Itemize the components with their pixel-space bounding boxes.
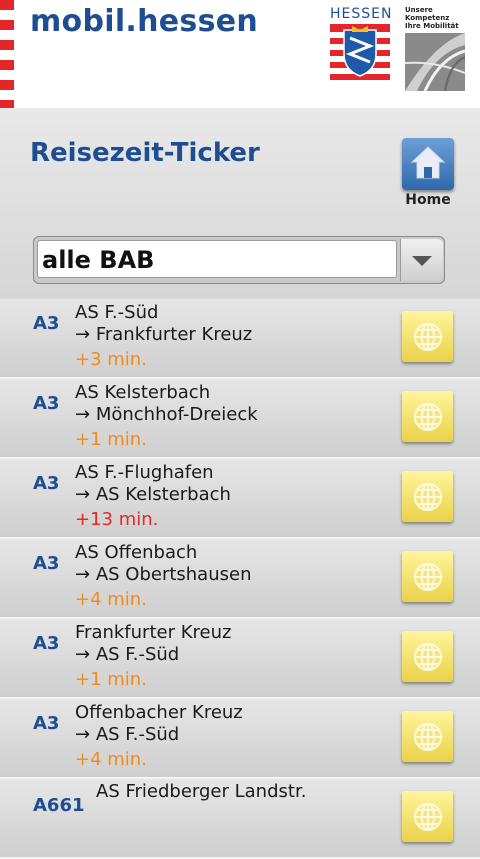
globe-icon xyxy=(414,803,442,831)
road-number: A3 xyxy=(33,473,60,494)
route-to: → AS F.-Süd xyxy=(75,644,179,665)
arrow-right-icon: → xyxy=(75,724,96,745)
route-from: Frankfurter Kreuz xyxy=(75,622,232,643)
delay-value: +1 min. xyxy=(75,429,147,450)
road-number: A661 xyxy=(33,795,85,816)
route-to: → AS F.-Süd xyxy=(75,724,179,745)
route-to-label: AS Obertshausen xyxy=(95,564,252,585)
delay-value: +3 min. xyxy=(75,349,147,370)
route-to-label: AS Kelsterbach xyxy=(95,484,231,505)
route-row[interactable]: A3 AS Offenbach → AS Obertshausen +4 min. xyxy=(0,539,480,619)
home-button[interactable] xyxy=(402,138,454,190)
map-globe-button[interactable] xyxy=(402,551,453,602)
route-row[interactable]: A3 AS Kelsterbach → Mönchhof-Dreieck +1 min… xyxy=(0,379,480,459)
arrow-right-icon: → xyxy=(75,564,96,585)
route-from: Offenbacher Kreuz xyxy=(75,702,243,723)
map-globe-button[interactable] xyxy=(402,631,453,682)
route-to: → AS Kelsterbach xyxy=(75,484,231,505)
app-header: mobil.hessen HESSEN Unsere Kompetenz Ihr… xyxy=(0,0,480,120)
route-row[interactable]: A661 AS Friedberger Landstr. xyxy=(0,779,480,859)
route-to-label: AS F.-Süd xyxy=(95,644,180,665)
delay-value: +4 min. xyxy=(75,749,147,770)
route-to: → Frankfurter Kreuz xyxy=(75,324,252,345)
globe-icon xyxy=(414,483,442,511)
route-from: AS Friedberger Landstr. xyxy=(96,781,307,802)
dropdown-toggle[interactable] xyxy=(400,239,443,281)
chevron-down-icon xyxy=(412,256,432,266)
globe-icon xyxy=(414,403,442,431)
route-from: AS Kelsterbach xyxy=(75,382,211,403)
route-list: A3 AS F.-Süd → Frankfurter Kreuz +3 min. A3 A… xyxy=(0,299,480,859)
road-number: A3 xyxy=(33,633,60,654)
route-to: → Mönchhof-Dreieck xyxy=(75,404,258,425)
highway-photo-icon xyxy=(405,33,465,91)
road-filter-dropdown[interactable]: alle BAB xyxy=(33,236,445,284)
mobility-slogan: Unsere Kompetenz Ihre Mobilität xyxy=(405,6,459,30)
mobility-logo: Unsere Kompetenz Ihre Mobilität xyxy=(405,6,465,91)
delay-value: +4 min. xyxy=(75,589,147,610)
route-row[interactable]: A3 Offenbacher Kreuz → AS F.-Süd +4 min. xyxy=(0,699,480,779)
hessen-logo: HESSEN xyxy=(330,6,392,84)
arrow-right-icon: → xyxy=(75,404,96,425)
globe-icon xyxy=(414,723,442,751)
map-globe-button[interactable] xyxy=(402,791,453,842)
hessen-stripes xyxy=(0,0,14,120)
road-number: A3 xyxy=(33,713,60,734)
map-globe-button[interactable] xyxy=(402,471,453,522)
delay-value: +13 min. xyxy=(75,509,159,530)
app-title: mobil.hessen xyxy=(30,4,259,39)
hessen-crest-icon xyxy=(330,24,390,80)
route-from: AS Offenbach xyxy=(75,542,198,563)
delay-value: +1 min. xyxy=(75,669,147,690)
map-globe-button[interactable] xyxy=(402,391,453,442)
house-icon xyxy=(410,146,446,179)
route-to: → AS Obertshausen xyxy=(75,564,251,585)
route-to-label: Frankfurter Kreuz xyxy=(95,324,253,345)
arrow-right-icon: → xyxy=(75,324,96,345)
road-number: A3 xyxy=(33,313,60,334)
route-from: AS F.-Flughafen xyxy=(75,462,214,483)
route-to-label: Mönchhof-Dreieck xyxy=(95,404,258,425)
road-filter-value: alle BAB xyxy=(37,240,397,278)
arrow-right-icon: → xyxy=(75,644,96,665)
map-globe-button[interactable] xyxy=(402,711,453,762)
globe-icon xyxy=(414,563,442,591)
globe-icon xyxy=(414,323,442,351)
arrow-right-icon: → xyxy=(75,484,96,505)
hessen-logo-text: HESSEN xyxy=(330,6,393,22)
map-globe-button[interactable] xyxy=(402,311,453,362)
route-row[interactable]: A3 Frankfurter Kreuz → AS F.-Süd +1 min. xyxy=(0,619,480,699)
road-number: A3 xyxy=(33,393,60,414)
route-to-label: AS F.-Süd xyxy=(95,724,180,745)
page-title: Reisezeit-Ticker xyxy=(30,138,260,168)
route-row[interactable]: A3 AS F.-Flughafen → AS Kelsterbach +13 min… xyxy=(0,459,480,539)
road-number: A3 xyxy=(33,553,60,574)
home-label: Home xyxy=(405,192,451,208)
route-from: AS F.-Süd xyxy=(75,302,159,323)
globe-icon xyxy=(414,643,442,671)
route-row[interactable]: A3 AS F.-Süd → Frankfurter Kreuz +3 min. xyxy=(0,299,480,379)
